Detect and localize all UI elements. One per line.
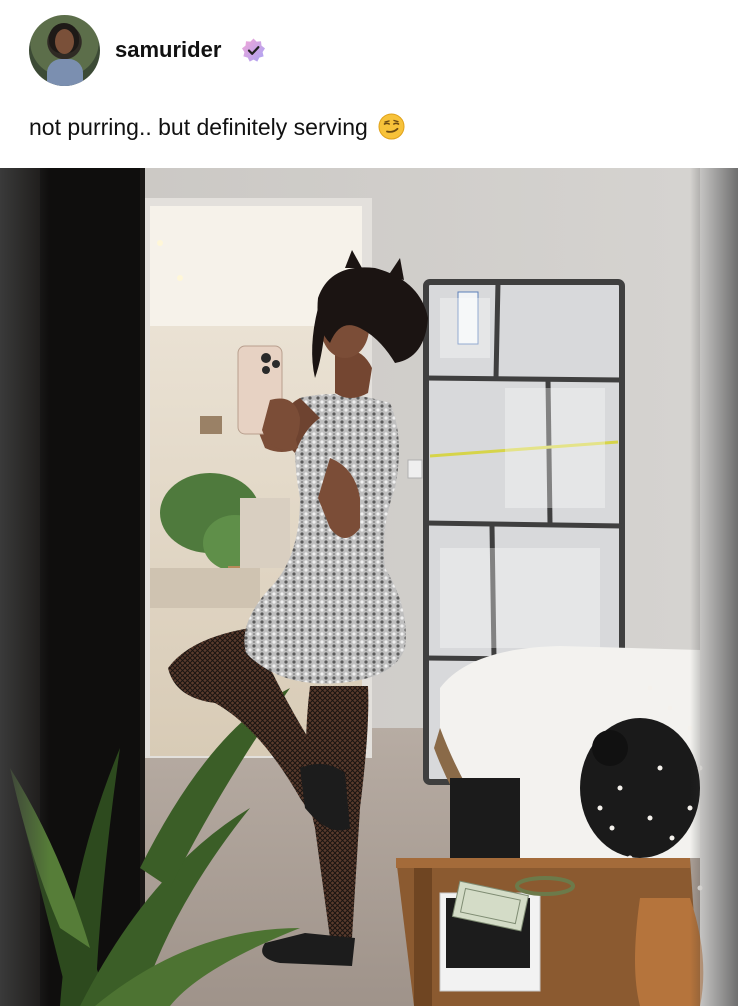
verified-badge-icon xyxy=(240,37,267,64)
avatar[interactable] xyxy=(29,15,100,86)
post-caption: not purring.. but definitely serving xyxy=(29,113,405,141)
caption-text: not purring.. but definitely serving xyxy=(29,114,368,140)
social-post: samurider not purring.. but definitely s… xyxy=(0,0,738,1006)
username[interactable]: samurider xyxy=(115,37,221,63)
post-header: samurider xyxy=(0,0,738,100)
post-image[interactable] xyxy=(0,168,738,1006)
smirking-face-emoji-icon xyxy=(378,113,405,140)
